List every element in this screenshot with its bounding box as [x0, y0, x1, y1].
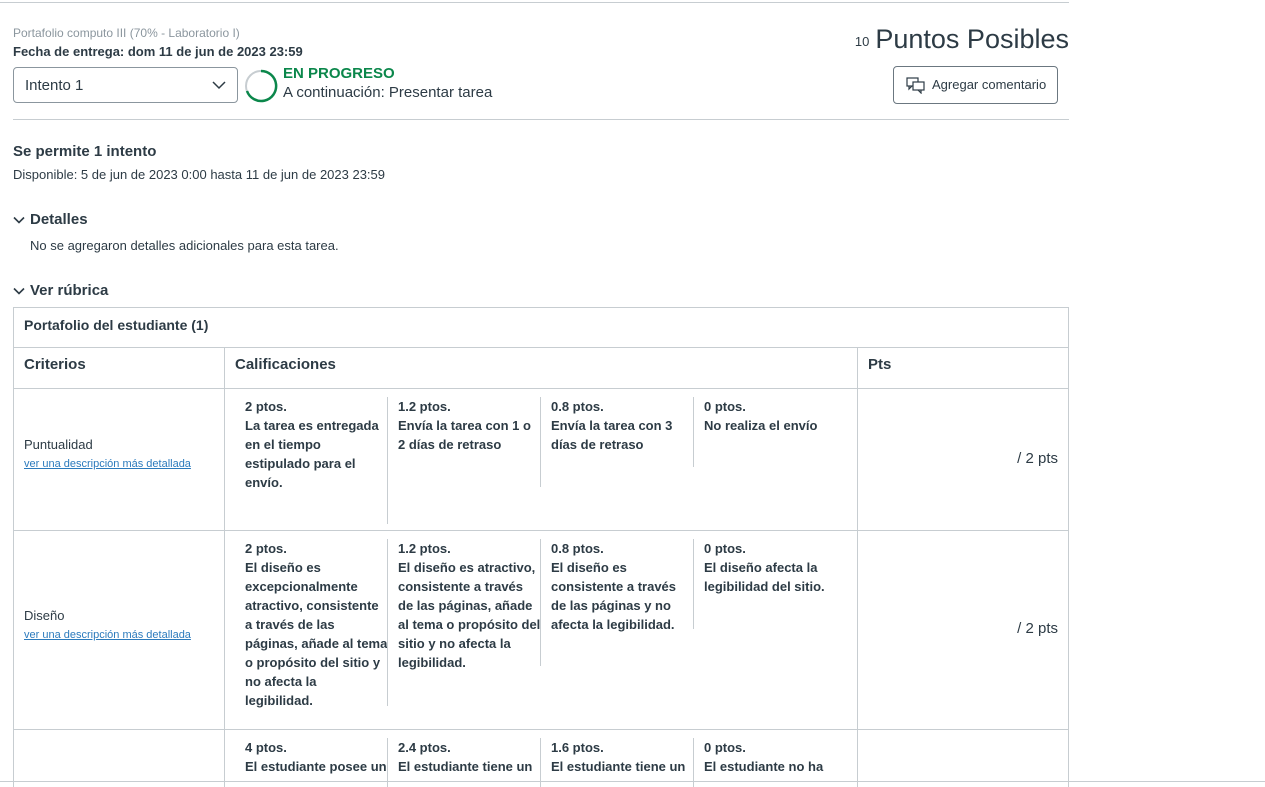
rating-option[interactable]: 1.6 ptos. El estudiante tiene un — [541, 738, 694, 787]
rating-points: 0 ptos. — [704, 541, 746, 556]
rubric-title: Portafolio del estudiante (1) — [14, 308, 1068, 348]
rubric-header-row: Criterios Calificaciones Pts — [14, 348, 1068, 389]
rating-points: 0 ptos. — [704, 399, 746, 414]
add-comment-button[interactable]: Agregar comentario — [893, 66, 1058, 104]
rating-description: El estudiante tiene un — [398, 759, 533, 774]
details-text: No se agregaron detalles adicionales par… — [30, 238, 339, 253]
rating-description: El estudiante tiene un — [551, 759, 686, 774]
rating-description: El estudiante posee un — [245, 759, 387, 774]
rubric-table: Portafolio del estudiante (1) Criterios … — [13, 307, 1069, 787]
criterion-name: Puntualidad — [24, 437, 93, 452]
col-pts: Pts — [868, 356, 892, 373]
rubric-row: Diseño ver una descripción más detallada… — [14, 531, 1068, 730]
rating-description: Envía la tarea con 1 o 2 días de retraso — [398, 418, 531, 452]
points-value: 10 — [854, 34, 870, 49]
rating-points: 4 ptos. — [245, 740, 287, 755]
attempt-select-value: Intento 1 — [25, 77, 84, 94]
attempt-select[interactable]: Intento 1 — [13, 67, 238, 103]
rating-points: 0 ptos. — [704, 740, 746, 755]
criterion-cell: Puntualidad ver una descripción más deta… — [14, 389, 225, 530]
rating-option[interactable]: 2 ptos. La tarea es entregada en el tiem… — [235, 397, 388, 524]
rating-option[interactable]: 0 ptos. El estudiante no ha — [694, 738, 847, 776]
rating-option[interactable]: 0 ptos. No realiza el envío — [694, 397, 847, 435]
rating-description: No realiza el envío — [704, 418, 818, 433]
rating-points: 1.2 ptos. — [398, 399, 451, 414]
top-divider — [0, 2, 1069, 3]
rubric-row: Puntualidad ver una descripción más deta… — [14, 389, 1068, 531]
points-label: Puntos Posibles — [875, 24, 1069, 54]
chevron-down-icon — [212, 81, 226, 90]
ratings-cell: 4 ptos. El estudiante posee un 2.4 ptos.… — [225, 730, 858, 787]
assignment-group-label: Portafolio computo III (70% - Laboratori… — [13, 26, 240, 40]
rating-option[interactable]: 1.2 ptos. El diseño es atractivo, consis… — [388, 539, 541, 672]
rating-description: El diseño afecta la legibilidad del siti… — [704, 560, 825, 594]
rating-option[interactable]: 4 ptos. El estudiante posee un — [235, 738, 388, 787]
submission-header: Portafolio computo III (70% - Laboratori… — [13, 24, 1069, 120]
add-comment-label: Agregar comentario — [932, 77, 1047, 92]
comment-icon — [906, 77, 925, 94]
rating-points: 2 ptos. — [245, 541, 287, 556]
header-divider — [13, 119, 1069, 120]
chevron-down-icon — [13, 287, 25, 295]
points-cell: / 2 pts — [858, 389, 1068, 530]
viewport-bottom-edge — [0, 781, 1265, 782]
rating-option[interactable]: 2 ptos. El diseño es excepcionalmente at… — [235, 539, 388, 710]
rating-points: 0.8 ptos. — [551, 541, 604, 556]
rating-points: 1.6 ptos. — [551, 740, 604, 755]
rating-option[interactable]: 2.4 ptos. El estudiante tiene un — [388, 738, 541, 787]
rating-points: 2 ptos. — [245, 399, 287, 414]
details-toggle-label: Detalles — [30, 211, 88, 228]
criterion-detail-link[interactable]: ver una descripción más detallada — [24, 629, 191, 641]
criterion-cell: Diseño ver una descripción más detallada — [14, 531, 225, 729]
criterion-detail-link[interactable]: ver una descripción más detallada — [24, 458, 191, 470]
rating-description: El estudiante no ha — [704, 759, 824, 774]
rating-option[interactable]: 0 ptos. El diseño afecta la legibilidad … — [694, 539, 847, 596]
rating-description: El diseño es consistente a través de las… — [551, 560, 677, 632]
ratings-cell: 2 ptos. El diseño es excepcionalmente at… — [225, 531, 858, 729]
rating-option[interactable]: 0.8 ptos. El diseño es consistente a tra… — [541, 539, 694, 634]
rating-description: El diseño es atractivo, consistente a tr… — [398, 560, 541, 670]
rating-description: La tarea es entregada en el tiempo estip… — [245, 418, 379, 490]
criterion-name: Diseño — [24, 608, 65, 623]
rating-points: 2.4 ptos. — [398, 740, 451, 755]
rating-points: 0.8 ptos. — [551, 399, 604, 414]
rating-option[interactable]: 0.8 ptos. Envía la tarea con 3 días de r… — [541, 397, 694, 467]
points-cell: / 2 pts — [858, 531, 1068, 729]
status-badge: EN PROGRESO — [283, 65, 395, 82]
due-date: Fecha de entrega: dom 11 de jun de 2023 … — [13, 44, 303, 59]
ratings-cell: 2 ptos. La tarea es entregada en el tiem… — [225, 389, 858, 530]
criterion-points: / 2 pts — [1017, 450, 1058, 467]
rating-description: Envía la tarea con 3 días de retraso — [551, 418, 673, 452]
col-ratings: Calificaciones — [225, 348, 858, 388]
rating-option[interactable]: 1.2 ptos. Envía la tarea con 1 o 2 días … — [388, 397, 541, 487]
rubric-row: 4 ptos. El estudiante posee un 2.4 ptos.… — [14, 730, 1068, 787]
points-cell — [858, 730, 1068, 787]
rubric-toggle-label: Ver rúbrica — [30, 282, 109, 299]
next-step-text: A continuación: Presentar tarea — [283, 84, 493, 101]
progress-ring-icon — [245, 69, 278, 103]
rating-description: El diseño es excepcionalmente atractivo,… — [245, 560, 388, 708]
col-criteria: Criterios — [14, 348, 225, 388]
availability-dates: Disponible: 5 de jun de 2023 0:00 hasta … — [13, 167, 386, 182]
rubric-toggle[interactable]: Ver rúbrica — [13, 282, 108, 299]
rating-points: 1.2 ptos. — [398, 541, 451, 556]
points-possible: 10 Puntos Posibles — [855, 24, 1069, 54]
attempts-allowed: Se permite 1 intento — [13, 143, 157, 160]
chevron-down-icon — [13, 216, 25, 224]
criterion-points: / 2 pts — [1017, 620, 1058, 637]
details-toggle[interactable]: Detalles — [13, 211, 88, 228]
criterion-cell — [14, 730, 225, 787]
